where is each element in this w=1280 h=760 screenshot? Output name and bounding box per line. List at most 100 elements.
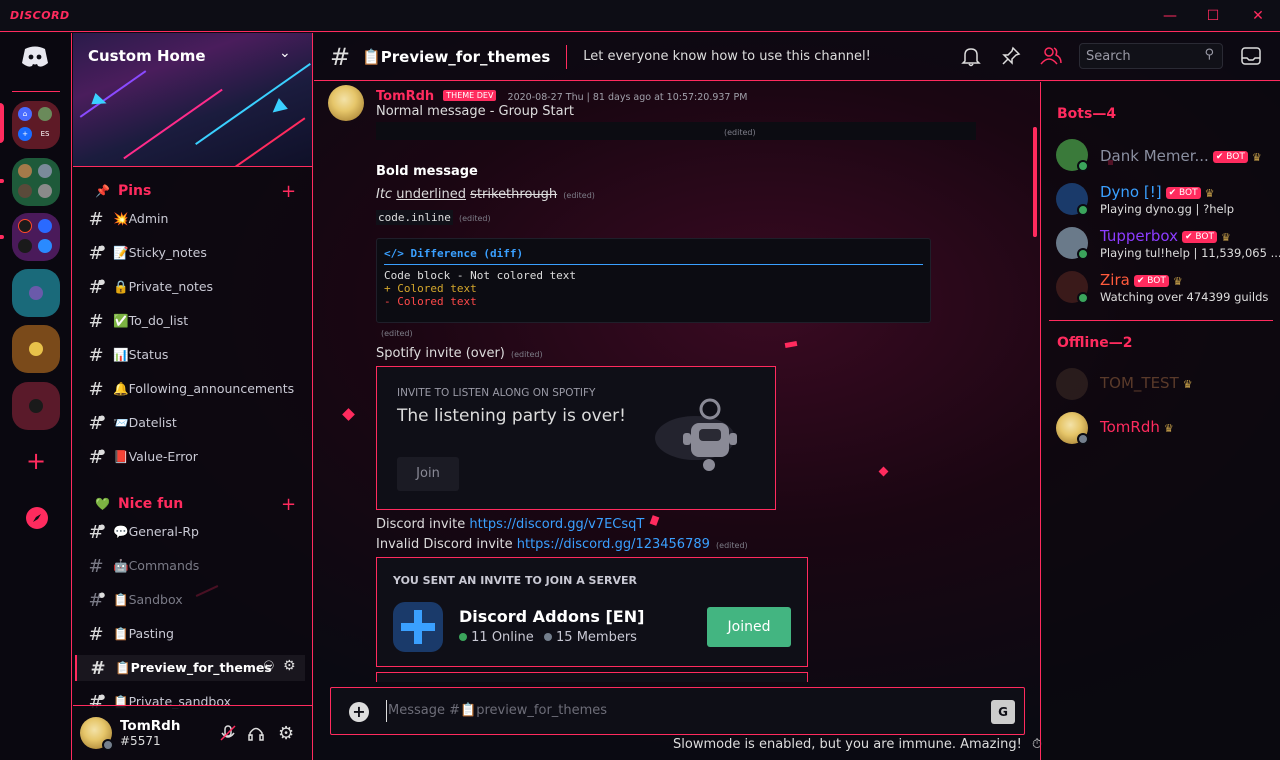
- member-item[interactable]: Tupperbox ✔ BOT ♛ Playing tul!help | 11,539…: [1056, 225, 1280, 265]
- member-scrollbar-thumb[interactable]: [1033, 127, 1037, 237]
- category-nice-fun[interactable]: 💚 Nice fun +: [95, 494, 296, 515]
- member-list: Bots—4 Dank Memer... ✔ BOT ♛ Dyno [!] ✔ BOT ♛…: [1033, 82, 1280, 760]
- add-channel-icon[interactable]: +: [281, 494, 296, 515]
- mute-mic-icon[interactable]: [219, 724, 237, 746]
- guild-folder-1[interactable]: ⌂ + ES: [12, 101, 60, 149]
- member-item[interactable]: TOM_TEST ♛: [1056, 366, 1276, 406]
- invalid-invite-line: Invalid Discord invite https://discord.g…: [376, 537, 748, 552]
- member-item[interactable]: Dank Memer... ✔ BOT ♛: [1056, 137, 1276, 177]
- channel-label: 💥Admin: [113, 211, 169, 226]
- spotify-join-button[interactable]: Join: [397, 457, 459, 491]
- author-avatar[interactable]: [328, 85, 364, 121]
- channel-item[interactable]: # ● 📕Value-Error: [85, 444, 305, 470]
- guild-folder-3[interactable]: [12, 213, 60, 261]
- crown-icon: ♛: [1204, 187, 1215, 200]
- channel-hash-icon: #: [88, 344, 104, 366]
- member-item[interactable]: Zira ✔ BOT ♛ Watching over 474399 guilds: [1056, 269, 1276, 309]
- maximize-button[interactable]: ☐: [1203, 6, 1223, 26]
- channel-hash-icon: #: [330, 42, 351, 71]
- server-invite-icon: [393, 602, 443, 652]
- invite-server-name[interactable]: Discord Addons [EN]: [459, 607, 644, 626]
- channel-item[interactable]: # ✅To_do_list: [85, 308, 305, 334]
- category-label: Nice fun: [117, 496, 184, 512]
- explore-compass-icon[interactable]: [26, 507, 48, 529]
- channel-hash-icon: # ●: [88, 446, 106, 468]
- discord-wordmark: DISCORD: [10, 9, 70, 22]
- discord-home-icon[interactable]: [20, 45, 52, 69]
- chevron-down-icon[interactable]: ⌄: [279, 45, 291, 61]
- discord-app: DISCORD — ☐ ✕ ⌂ + ES + Custom Home ⌄ 📌 P…: [0, 0, 1280, 760]
- pin-icon: 📌: [95, 184, 110, 198]
- discord-invite-label: Discord invite: [376, 517, 466, 532]
- member-name: Tupperbox: [1100, 227, 1178, 245]
- minimize-button[interactable]: —: [1160, 6, 1180, 26]
- mini-guild-icon: [18, 219, 32, 233]
- mini-guild-icon: [38, 184, 52, 198]
- guild-server-4[interactable]: [12, 269, 60, 317]
- channel-item[interactable]: # ● 🔒Private_notes: [85, 274, 305, 300]
- channel-settings-icon[interactable]: ⚙: [283, 658, 296, 674]
- member-name-row: TOM_TEST ♛: [1100, 374, 1193, 392]
- guild-folder-2[interactable]: [12, 158, 60, 206]
- spotify-robot-icon: [655, 393, 765, 483]
- invalid-invite-link[interactable]: https://discord.gg/123456789: [517, 537, 710, 552]
- channel-hash-icon: # ●: [88, 589, 106, 611]
- slowmode-notice: Slowmode is enabled, but you are immune.…: [673, 737, 1042, 752]
- invite-people-icon[interactable]: ⚇: [263, 659, 275, 674]
- message-composer[interactable]: + Message #📋preview_for_themes G: [330, 687, 1025, 735]
- channel-label: 💬General-Rp: [113, 524, 199, 539]
- channel-item[interactable]: # ● 📋Sandbox: [85, 587, 305, 613]
- joined-button[interactable]: Joined: [707, 607, 791, 647]
- channel-label: 🔔Following_announcements: [113, 381, 295, 396]
- gear-icon[interactable]: ⚙: [278, 723, 294, 744]
- channel-item[interactable]: # 📋Pasting: [85, 621, 305, 647]
- channel-item[interactable]: # 📋Preview_for_themes ⚇ ⚙: [75, 655, 305, 681]
- channel-item[interactable]: # ● 📨Datelist: [85, 410, 305, 436]
- member-name: TOM_TEST: [1100, 374, 1179, 392]
- member-list-icon[interactable]: [1039, 45, 1063, 69]
- channel-label: 🔒Private_notes: [113, 279, 214, 294]
- mini-guild-icon: [38, 239, 52, 253]
- guild-server-6[interactable]: [12, 382, 60, 430]
- close-button[interactable]: ✕: [1248, 6, 1268, 26]
- spotify-invite-card: INVITE TO LISTEN ALONG ON SPOTIFY The li…: [376, 366, 776, 510]
- mini-guild-icon: [29, 286, 43, 300]
- channel-item[interactable]: # 🤖Commands: [85, 553, 305, 579]
- channel-item[interactable]: # ● 💬General-Rp: [85, 519, 305, 545]
- composer-placeholder[interactable]: Message #📋preview_for_themes: [388, 703, 607, 718]
- discord-invite-link[interactable]: https://discord.gg/v7ECsqT: [469, 517, 644, 532]
- bell-icon[interactable]: [960, 45, 984, 69]
- channel-item[interactable]: # 💥Admin: [85, 206, 305, 232]
- add-attachment-icon[interactable]: +: [349, 702, 369, 722]
- headphones-icon[interactable]: [247, 724, 265, 746]
- member-status: Playing dyno.gg | ?help: [1100, 202, 1235, 216]
- category-pins[interactable]: 📌 Pins +: [95, 181, 296, 202]
- inbox-icon[interactable]: [1240, 45, 1264, 69]
- translate-icon[interactable]: G: [991, 700, 1015, 724]
- lock-icon: ●: [99, 277, 106, 286]
- channel-item[interactable]: # ● 📝Sticky_notes: [85, 240, 305, 266]
- crown-icon: ♛: [1163, 422, 1174, 435]
- guild-server-5[interactable]: [12, 325, 60, 373]
- server-banner[interactable]: Custom Home ⌄: [73, 33, 312, 167]
- message-list: TomRdh THEME DEV 2020-08-27 Thu | 81 day…: [314, 82, 1036, 682]
- pin-icon[interactable]: [1000, 45, 1024, 69]
- channel-label: ✅To_do_list: [113, 313, 189, 328]
- channel-item[interactable]: # 🔔Following_announcements: [85, 376, 305, 402]
- add-server-icon[interactable]: +: [26, 447, 46, 475]
- channel-hash-icon: #: [88, 623, 104, 645]
- channel-hash-icon: #: [88, 378, 104, 400]
- mini-guild-icon: [29, 342, 43, 356]
- member-item[interactable]: Dyno [!] ✔ BOT ♛ Playing dyno.gg | ?help: [1056, 181, 1276, 221]
- member-item[interactable]: TomRdh ♛: [1056, 410, 1276, 450]
- search-input[interactable]: Search ⚲: [1079, 43, 1223, 69]
- search-icon: ⚲: [1204, 47, 1214, 62]
- channel-topic[interactable]: Let everyone know how to use this channe…: [583, 49, 871, 64]
- channel-item[interactable]: # 📊Status: [85, 342, 305, 368]
- mini-guild-icon: +: [18, 127, 32, 141]
- add-channel-icon[interactable]: +: [281, 181, 296, 202]
- author-name[interactable]: TomRdh: [376, 89, 434, 104]
- channel-sidebar: Custom Home ⌄ 📌 Pins + # 💥Admin # ● 📝Sticky_…: [73, 33, 313, 760]
- guild-sidebar: ⌂ + ES +: [0, 33, 72, 760]
- invite-heading: YOU SENT AN INVITE TO JOIN A SERVER: [393, 574, 637, 587]
